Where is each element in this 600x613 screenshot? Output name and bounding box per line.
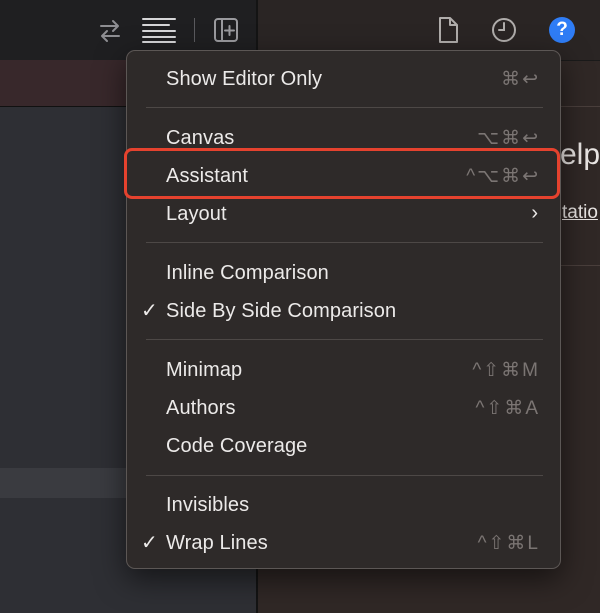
menu-item-label: Show Editor Only <box>166 68 323 90</box>
menu-item-authors[interactable]: Authors ^⇧⌘A <box>127 389 560 427</box>
help-icon[interactable]: ? <box>549 17 575 43</box>
menu-separator <box>146 242 543 243</box>
chevron-right-icon: › <box>531 202 538 224</box>
menu-separator <box>146 339 543 340</box>
menu-item-inline-comparison[interactable]: Inline Comparison <box>127 254 560 292</box>
checkmark-icon: ✓ <box>141 532 158 554</box>
menu-item-side-by-side-comparison[interactable]: ✓ Side By Side Comparison <box>127 292 560 330</box>
menu-item-wrap-lines[interactable]: ✓ Wrap Lines ^⇧⌘L <box>127 524 560 562</box>
document-icon[interactable] <box>437 16 459 44</box>
menu-item-label: Canvas <box>166 127 235 149</box>
menu-separator <box>146 475 543 476</box>
menu-item-minimap[interactable]: Minimap ^⇧⌘M <box>127 351 560 389</box>
text-lines-icon[interactable] <box>141 16 179 44</box>
menu-item-label: Side By Side Comparison <box>166 300 397 322</box>
toolbar-divider <box>194 18 195 42</box>
menu-item-shortcut: ⌥⌘↩ <box>477 128 540 149</box>
menu-item-label: Inline Comparison <box>166 262 329 284</box>
menu-item-shortcut: ⌘↩ <box>501 69 540 90</box>
menu-item-shortcut: ^⇧⌘M <box>472 360 540 381</box>
menu-item-shortcut: ^⇧⌘L <box>477 533 540 554</box>
menu-item-label: Layout <box>166 203 227 225</box>
checkmark-icon: ✓ <box>141 300 158 322</box>
menu-item-show-editor-only[interactable]: Show Editor Only ⌘↩ <box>127 60 560 98</box>
inspector-heading-fragment: elp <box>560 138 600 171</box>
menu-item-shortcut: ^⇧⌘A <box>475 398 540 419</box>
menu-item-label: Minimap <box>166 359 243 381</box>
annotation-highlight-box <box>124 148 560 199</box>
inspector-divider-2 <box>555 265 600 266</box>
add-editor-icon[interactable] <box>212 16 240 44</box>
editor-options-menu: Show Editor Only ⌘↩ Canvas ⌥⌘↩ Assistant… <box>126 50 561 569</box>
menu-item-label: Invisibles <box>166 494 250 516</box>
menu-separator <box>146 107 543 108</box>
menu-item-label: Authors <box>166 397 236 419</box>
inspector-link-fragment[interactable]: tatio <box>562 202 598 224</box>
menu-item-invisibles[interactable]: Invisibles <box>127 486 560 524</box>
history-clock-icon[interactable] <box>490 16 518 44</box>
menu-item-code-coverage[interactable]: Code Coverage <box>127 427 560 465</box>
menu-item-layout[interactable]: Layout › <box>127 195 560 233</box>
menu-item-label: Wrap Lines <box>166 532 268 554</box>
menu-item-label: Code Coverage <box>166 435 308 457</box>
swap-arrows-icon[interactable] <box>96 17 124 45</box>
